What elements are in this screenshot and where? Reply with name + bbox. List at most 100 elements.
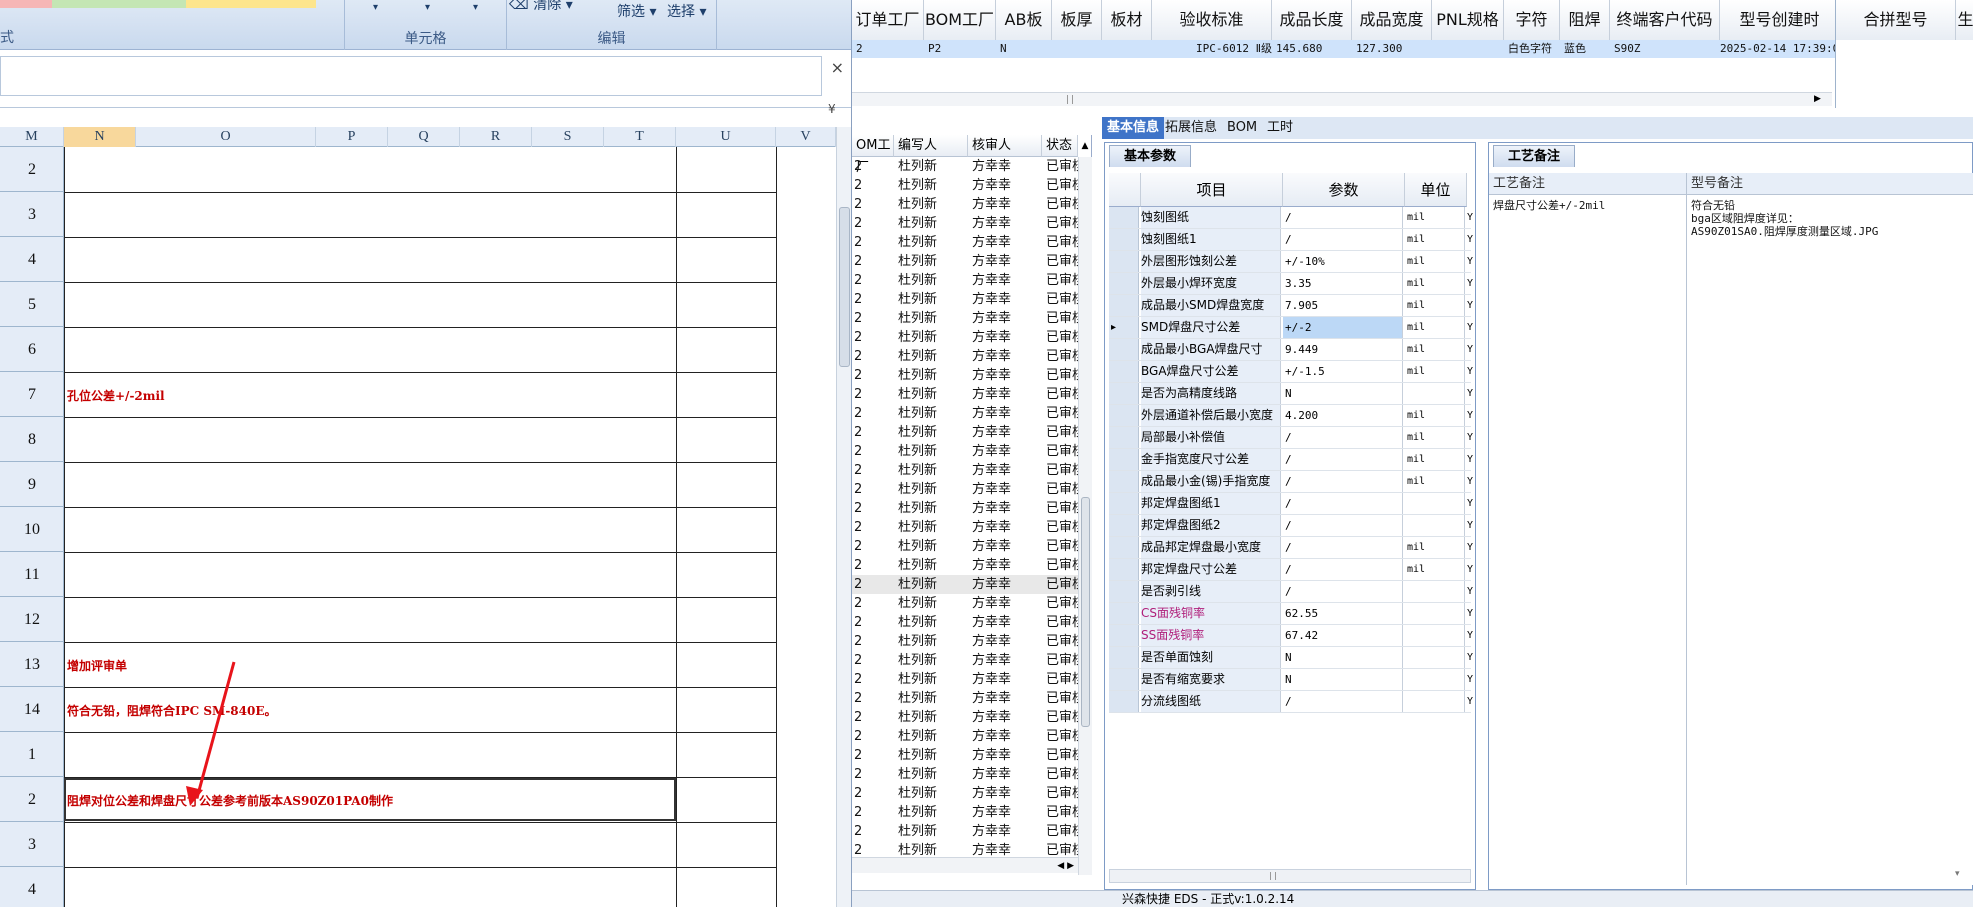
param-value[interactable]: 7.905 [1283, 295, 1403, 316]
top-header-cell[interactable]: AB板 [996, 0, 1052, 40]
list-row[interactable]: 2 杜列新 方幸幸 已审核 [852, 309, 1085, 328]
param-row[interactable]: 邦定焊盘尺寸公差 / mil Y [1109, 559, 1473, 581]
params-horizontal-scrollbar[interactable] [1109, 869, 1471, 883]
top-header-cell[interactable]: 字符 [1504, 0, 1560, 40]
params-header-value[interactable]: 参数 [1283, 173, 1405, 207]
param-item[interactable]: 成品最小BGA焊盘尺寸 [1141, 339, 1281, 360]
top-header-cell[interactable]: 订单工厂 [852, 0, 924, 40]
list-row[interactable]: 2 杜列新 方幸幸 已审核 [852, 822, 1085, 841]
insert-dropdown-icon[interactable]: ▾ [373, 2, 378, 13]
column-header[interactable]: O [136, 127, 316, 147]
param-flag[interactable]: Y [1467, 229, 1477, 250]
list-row[interactable]: 2 杜列新 方幸幸 已审核 [852, 537, 1085, 556]
formula-input[interactable] [0, 56, 822, 96]
top-header-cell[interactable]: PNL规格 [1432, 0, 1504, 40]
row-indicator[interactable] [1109, 229, 1139, 250]
notes-col2[interactable]: 符合无铅 bga区域阻焊度详见： AS90Z01SA0.阻焊厚度测量区域.JPG… [1687, 195, 1973, 885]
list-row[interactable]: 2 杜列新 方幸幸 已审核 [852, 423, 1085, 442]
param-item[interactable]: 是否有缩宽要求 [1141, 669, 1281, 690]
param-value[interactable]: / [1283, 691, 1403, 712]
list-row[interactable]: 2 杜列新 方幸幸 已审核 [852, 632, 1085, 651]
param-value[interactable]: / [1283, 537, 1403, 558]
param-unit[interactable]: mil [1405, 471, 1465, 492]
close-icon[interactable]: × [831, 58, 844, 77]
param-row[interactable]: ▸ SMD焊盘尺寸公差 +/-2 mil Y [1109, 317, 1473, 339]
param-row[interactable]: 成品最小金(锡)手指宽度 / mil Y [1109, 471, 1473, 493]
param-item[interactable]: 邦定焊盘图纸2 [1141, 515, 1281, 536]
param-item[interactable]: SMD焊盘尺寸公差 [1141, 317, 1281, 338]
row-indicator[interactable] [1109, 581, 1139, 602]
param-value[interactable]: 67.42 [1283, 625, 1403, 646]
param-value[interactable]: N [1283, 669, 1403, 690]
param-flag[interactable]: Y [1467, 647, 1477, 668]
param-item[interactable]: SS面残铜率 [1141, 625, 1281, 646]
row-indicator[interactable] [1109, 669, 1139, 690]
param-row[interactable]: 成品最小SMD焊盘宽度 7.905 mil Y [1109, 295, 1473, 317]
param-flag[interactable]: Y [1467, 427, 1477, 448]
param-row[interactable]: 邦定焊盘图纸2/Y [1109, 515, 1473, 537]
row-header[interactable]: 5 [0, 282, 64, 327]
column-header[interactable]: R [460, 127, 532, 147]
row-header[interactable]: 8 [0, 417, 64, 462]
row-indicator[interactable]: ▸ [1109, 317, 1139, 338]
param-flag[interactable]: Y [1467, 449, 1477, 470]
list-row[interactable]: 2 杜列新 方幸幸 已审核 [852, 518, 1085, 537]
param-unit[interactable]: mil [1405, 207, 1465, 228]
row-indicator[interactable] [1109, 493, 1139, 514]
param-unit[interactable]: mil [1405, 559, 1465, 580]
row-indicator[interactable] [1109, 515, 1139, 536]
row-header[interactable]: 3 [0, 192, 64, 237]
list-header-status[interactable]: 状态 [1042, 135, 1078, 157]
list-vertical-scrollbar[interactable] [1078, 157, 1092, 875]
param-item[interactable]: 外层图形蚀刻公差 [1141, 251, 1281, 272]
list-row[interactable]: 2 杜列新 方幸幸 已审核 [852, 328, 1085, 347]
row-header[interactable]: 11 [0, 552, 64, 597]
list-row[interactable]: 2 杜列新 方幸幸 已审核 [852, 271, 1085, 290]
param-unit[interactable]: mil [1405, 339, 1465, 360]
list-row[interactable]: 2 杜列新 方幸幸 已审核 [852, 727, 1085, 746]
top-header-cell[interactable]: 验收标准 [1152, 0, 1272, 40]
param-flag[interactable]: Y [1467, 405, 1477, 426]
param-unit[interactable] [1405, 493, 1465, 514]
param-value[interactable]: / [1283, 581, 1403, 602]
tab[interactable]: 工时 [1262, 117, 1298, 139]
row-header[interactable]: 9 [0, 462, 64, 507]
top-row-cell[interactable]: S90Z [1614, 40, 1724, 58]
param-flag[interactable]: Y [1467, 515, 1477, 536]
column-header[interactable]: M [0, 127, 64, 147]
param-item[interactable]: 是否为高精度线路 [1141, 383, 1281, 404]
param-unit[interactable]: mil [1405, 537, 1465, 558]
list-row[interactable]: 2 杜列新 方幸幸 已审核 [852, 252, 1085, 271]
param-flag[interactable]: Y [1467, 581, 1477, 602]
notes-col1[interactable]: 焊盘尺寸公差+/-2mil [1489, 195, 1687, 885]
row-header[interactable]: 6 [0, 327, 64, 372]
top-row-cell[interactable]: 127.300 [1356, 40, 1436, 58]
clear-button[interactable]: ⌫ 清除 ▾ [509, 0, 573, 14]
param-item[interactable]: 邦定焊盘尺寸公差 [1141, 559, 1281, 580]
param-row[interactable]: 分流线图纸 / Y [1109, 691, 1473, 713]
param-value[interactable]: 3.35 [1283, 273, 1403, 294]
list-row[interactable]: 2 杜列新 方幸幸 已审核 [852, 613, 1085, 632]
param-value[interactable]: +/-2 [1283, 317, 1403, 338]
param-flag[interactable]: Y [1467, 669, 1477, 690]
param-item[interactable]: 蚀刻图纸1 [1141, 229, 1281, 250]
scroll-right-icon[interactable]: ▶ [1814, 94, 1821, 104]
param-value[interactable]: / [1283, 449, 1403, 470]
list-row[interactable]: 2 杜列新 方幸幸 已审核 [852, 575, 1085, 594]
top-header-cell[interactable]: 成品长度 [1272, 0, 1352, 40]
param-flag[interactable]: Y [1467, 493, 1477, 514]
list-header-writer[interactable]: 编写人 [894, 135, 968, 157]
row-indicator[interactable] [1109, 603, 1139, 624]
list-row[interactable]: 2 杜列新 方幸幸 已审核 [852, 214, 1085, 233]
top-header-cell[interactable]: 板厚 [1052, 0, 1102, 40]
row-indicator[interactable] [1109, 427, 1139, 448]
list-row[interactable]: 2 杜列新 方幸幸 已审核 [852, 556, 1085, 575]
row-header[interactable]: 13 [0, 642, 64, 687]
param-unit[interactable] [1405, 691, 1465, 712]
row-header[interactable]: 4 [0, 237, 64, 282]
param-unit[interactable]: mil [1405, 273, 1465, 294]
top-row-cell[interactable]: 2025-02-14 17:39:07 [1720, 40, 1840, 58]
param-value[interactable]: +/-1.5 [1283, 361, 1403, 382]
param-flag[interactable]: Y [1467, 691, 1477, 712]
row-indicator[interactable] [1109, 383, 1139, 404]
